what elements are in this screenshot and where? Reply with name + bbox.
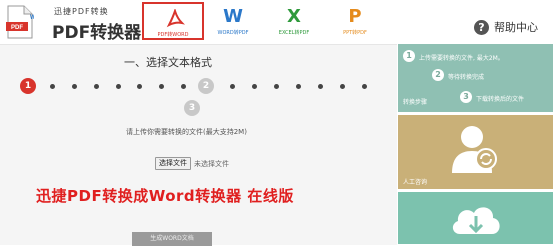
file-status: 未选择文件 bbox=[194, 159, 229, 168]
tab-label: PPT转PDF bbox=[343, 30, 367, 36]
side-step-text: 上传需要转换的文件, 最大2M。 bbox=[419, 55, 504, 62]
step-dot bbox=[181, 84, 186, 89]
tab-word-to-pdf[interactable]: W WORD转PDF bbox=[202, 2, 264, 40]
side-step-text: 下载转换后的文件 bbox=[476, 96, 525, 103]
tab-label: PDF转WORD bbox=[157, 32, 189, 38]
support-person-icon bbox=[452, 126, 497, 173]
excel-icon: X bbox=[287, 6, 301, 27]
svg-text:W: W bbox=[30, 15, 34, 21]
step-dot bbox=[94, 84, 99, 89]
top-header: PDF W 迅捷PDF转换 PDF转换器 PDF转WORD W WORD转PDF… bbox=[0, 0, 553, 44]
pdf-document-icon: PDF W bbox=[6, 5, 34, 39]
step-dot bbox=[296, 84, 301, 89]
step-dot bbox=[340, 84, 345, 89]
steps-caption: 转换步骤 bbox=[403, 99, 428, 106]
step-dot bbox=[159, 84, 164, 89]
side-step-text: 等待转换完成 bbox=[448, 74, 485, 81]
step-2: 2 bbox=[198, 78, 214, 94]
step-dot bbox=[230, 84, 235, 89]
side-panel: 1 上传需要转换的文件, 最大2M。 2 等待转换完成 3 下载转换后的文件 转… bbox=[398, 44, 553, 244]
side-step-number: 1 bbox=[403, 50, 415, 62]
cloud-download-icon bbox=[452, 207, 500, 234]
word-icon: W bbox=[223, 6, 243, 27]
help-icon: ? bbox=[474, 19, 489, 35]
step-dot bbox=[116, 84, 121, 89]
help-center-link[interactable]: ? 帮助中心 bbox=[474, 18, 538, 36]
support-caption: 人工咨询 bbox=[403, 179, 428, 186]
download-card[interactable] bbox=[398, 192, 553, 244]
logo-subtitle: 迅捷PDF转换 bbox=[54, 7, 109, 16]
upload-hint: 请上传你需要转换的文件(最大支持2M) bbox=[126, 128, 247, 136]
logo-title: PDF转换器 bbox=[52, 23, 142, 43]
side-step-number: 3 bbox=[460, 91, 472, 103]
conversion-steps-card: 1 上传需要转换的文件, 最大2M。 2 等待转换完成 3 下载转换后的文件 转… bbox=[398, 44, 553, 112]
step-dot bbox=[362, 84, 367, 89]
tab-label: EXCEL转PDF bbox=[278, 30, 310, 36]
step-3: 3 bbox=[184, 100, 200, 116]
file-picker: 选择文件 未选择文件 bbox=[155, 157, 229, 170]
step-dot bbox=[50, 84, 55, 89]
support-card[interactable]: 人工咨询 bbox=[398, 115, 553, 189]
step-dot bbox=[72, 84, 77, 89]
tab-ppt-to-pdf[interactable]: P PPT转PDF bbox=[324, 2, 386, 40]
step-dot bbox=[252, 84, 257, 89]
promo-headline: 迅捷PDF转换成Word转换器 在线版 bbox=[36, 187, 294, 205]
choose-file-button[interactable]: 选择文件 bbox=[155, 157, 191, 170]
step-dot bbox=[137, 84, 142, 89]
side-step-number: 2 bbox=[432, 69, 444, 81]
step-1: 1 bbox=[20, 78, 36, 94]
help-label: 帮助中心 bbox=[494, 21, 538, 34]
tab-excel-to-pdf[interactable]: X EXCEL转PDF bbox=[263, 2, 325, 40]
app-logo[interactable]: PDF W 迅捷PDF转换 PDF转换器 bbox=[6, 5, 141, 43]
step-indicator: 1 2 3 bbox=[0, 45, 397, 125]
pdf-icon bbox=[166, 9, 185, 28]
ppt-icon: P bbox=[348, 6, 362, 27]
svg-text:PDF: PDF bbox=[11, 25, 23, 31]
step-dot bbox=[274, 84, 279, 89]
tab-label: WORD转PDF bbox=[217, 30, 249, 36]
converter-panel: 一、选择文本格式 1 2 3 请上传你需要转换的文件(最大支持2M) 选择文件 … bbox=[0, 44, 397, 246]
tab-pdf-to-word[interactable]: PDF转WORD bbox=[142, 2, 204, 40]
step-dot bbox=[318, 84, 323, 89]
